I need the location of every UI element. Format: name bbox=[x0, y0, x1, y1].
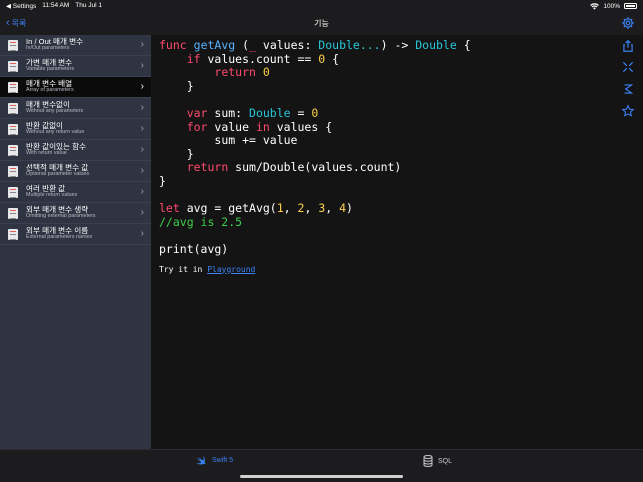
sidebar-item-subtitle: With return value bbox=[26, 150, 67, 157]
sidebar-item-subtitle: Variable parameters bbox=[26, 66, 75, 73]
code-viewer[interactable]: func getAvg (_ values: Double...) -> Dou… bbox=[151, 35, 613, 449]
star-icon[interactable] bbox=[621, 104, 635, 118]
database-icon bbox=[423, 455, 433, 467]
document-icon bbox=[8, 165, 18, 177]
document-icon bbox=[8, 123, 18, 135]
sidebar: In / Out 매개 변수 In/Out parameters › 가변 매개 … bbox=[0, 35, 151, 449]
sidebar-item-with-return-value[interactable]: 반환 값이있는 함수 With return value › bbox=[0, 140, 151, 161]
code-line: if values.count == 0 { bbox=[186, 51, 340, 66]
sidebar-item-subtitle: Multiple return values bbox=[26, 192, 78, 199]
chevron-right-icon: › bbox=[140, 165, 144, 176]
sidebar-item-subtitle: Optional parameter values bbox=[26, 171, 90, 178]
collapse-icon[interactable] bbox=[621, 60, 635, 74]
sidebar-item-omitting-external-parameters[interactable]: 외부 매개 변수 생략 Omitting external parameters … bbox=[0, 203, 151, 224]
tab-sql-label: SQL bbox=[438, 457, 453, 465]
chevron-right-icon: › bbox=[140, 60, 144, 71]
chevron-right-icon: › bbox=[140, 144, 144, 155]
tab-sql[interactable]: SQL bbox=[423, 455, 452, 467]
sidebar-item-without-parameters[interactable]: 매개 변수없이 Without any parameters › bbox=[0, 98, 151, 119]
document-icon bbox=[8, 207, 18, 219]
document-icon bbox=[8, 60, 18, 72]
status-time: 11:54 AM bbox=[42, 2, 70, 9]
playground-link[interactable]: Playground bbox=[207, 265, 255, 274]
chevron-right-icon: › bbox=[140, 81, 144, 92]
chevron-right-icon: › bbox=[140, 186, 144, 197]
code-line: return sum/Double(values.count) bbox=[186, 160, 402, 175]
code-line: var sum: Double = 0 bbox=[186, 105, 319, 120]
document-icon bbox=[8, 144, 18, 156]
sidebar-item-external-parameters-names[interactable]: 외부 매개 변수 이름 External parameters names › bbox=[0, 224, 151, 245]
page-title: 기능 bbox=[314, 19, 329, 28]
code-line: sum += value bbox=[214, 133, 298, 148]
navigation-bar: ‹ 목록 기능 bbox=[0, 12, 643, 35]
code-line: } bbox=[159, 173, 166, 188]
document-icon bbox=[8, 186, 18, 198]
sidebar-item-optional-parameter-values[interactable]: 선택적 매개 변수 값 Optional parameter values › bbox=[0, 161, 151, 182]
code-line: } bbox=[186, 78, 194, 93]
document-icon bbox=[8, 102, 18, 114]
status-date: Thu Jul 1 bbox=[75, 2, 103, 9]
sidebar-item-subtitle: In/Out parameters bbox=[26, 45, 70, 52]
status-bar: ◀ Settings 11:54 AM Thu Jul 1 100% bbox=[0, 0, 643, 12]
try-it-text: Try it in bbox=[159, 264, 203, 274]
tool-strip bbox=[613, 35, 643, 449]
sidebar-item-multiple-return-values[interactable]: 여러 반환 값 Multiple return values › bbox=[0, 182, 151, 203]
chevron-right-icon: › bbox=[140, 123, 144, 134]
sidebar-item-subtitle: Without any parameters bbox=[26, 108, 84, 115]
chevron-right-icon: › bbox=[140, 228, 144, 239]
sidebar-item-variable-parameters[interactable]: 가변 매개 변수 Variable parameters › bbox=[0, 56, 151, 77]
status-back-app[interactable]: ◀ Settings bbox=[6, 2, 36, 10]
sidebar-item-inout-parameters[interactable]: In / Out 매개 변수 In/Out parameters › bbox=[0, 35, 151, 56]
swift-icon bbox=[196, 455, 206, 465]
code-line: } bbox=[186, 146, 194, 161]
document-icon bbox=[8, 81, 18, 93]
tab-bar: Swift 5 SQL bbox=[0, 449, 643, 482]
code-line: for value in values { bbox=[186, 119, 333, 134]
try-it-line: Try it in Playground bbox=[159, 265, 613, 274]
sidebar-item-subtitle: Without any return value bbox=[26, 129, 85, 136]
gear-icon[interactable] bbox=[621, 16, 635, 30]
wifi-icon bbox=[590, 2, 600, 10]
back-label: 목록 bbox=[11, 19, 27, 28]
code-line: let avg = getAvg(1, 2, 3, 4) bbox=[159, 201, 353, 216]
code-line: //avg is 2.5 bbox=[159, 214, 243, 229]
chevron-right-icon: › bbox=[140, 102, 144, 113]
sidebar-item-subtitle: Omitting external parameters bbox=[26, 213, 96, 220]
chevron-right-icon: › bbox=[140, 207, 144, 218]
expand-icon[interactable] bbox=[621, 82, 635, 96]
sidebar-item-subtitle: Array of parameters bbox=[26, 87, 74, 94]
code-line: func getAvg (_ values: Double...) -> Dou… bbox=[159, 38, 471, 52]
battery-icon bbox=[624, 3, 637, 9]
home-indicator[interactable] bbox=[240, 475, 403, 478]
tab-swift[interactable]: Swift 5 bbox=[195, 455, 233, 466]
back-button[interactable]: ‹ 목록 bbox=[0, 18, 26, 29]
chevron-right-icon: › bbox=[140, 39, 144, 50]
sidebar-item-subtitle: External parameters names bbox=[26, 234, 93, 241]
chevron-left-icon: ‹ bbox=[6, 17, 10, 29]
sidebar-item-array-of-parameters[interactable]: 매개 변수 배열 Array of parameters › bbox=[0, 77, 151, 98]
document-icon bbox=[8, 228, 18, 240]
document-icon bbox=[8, 39, 18, 51]
battery-percent: 100% bbox=[603, 2, 620, 10]
code-line: return 0 bbox=[214, 65, 270, 80]
share-icon[interactable] bbox=[621, 39, 635, 53]
sidebar-item-without-return-value[interactable]: 반환 값없이 Without any return value › bbox=[0, 119, 151, 140]
tab-swift-label: Swift 5 bbox=[212, 457, 234, 464]
code-line: print(avg) bbox=[159, 241, 229, 256]
